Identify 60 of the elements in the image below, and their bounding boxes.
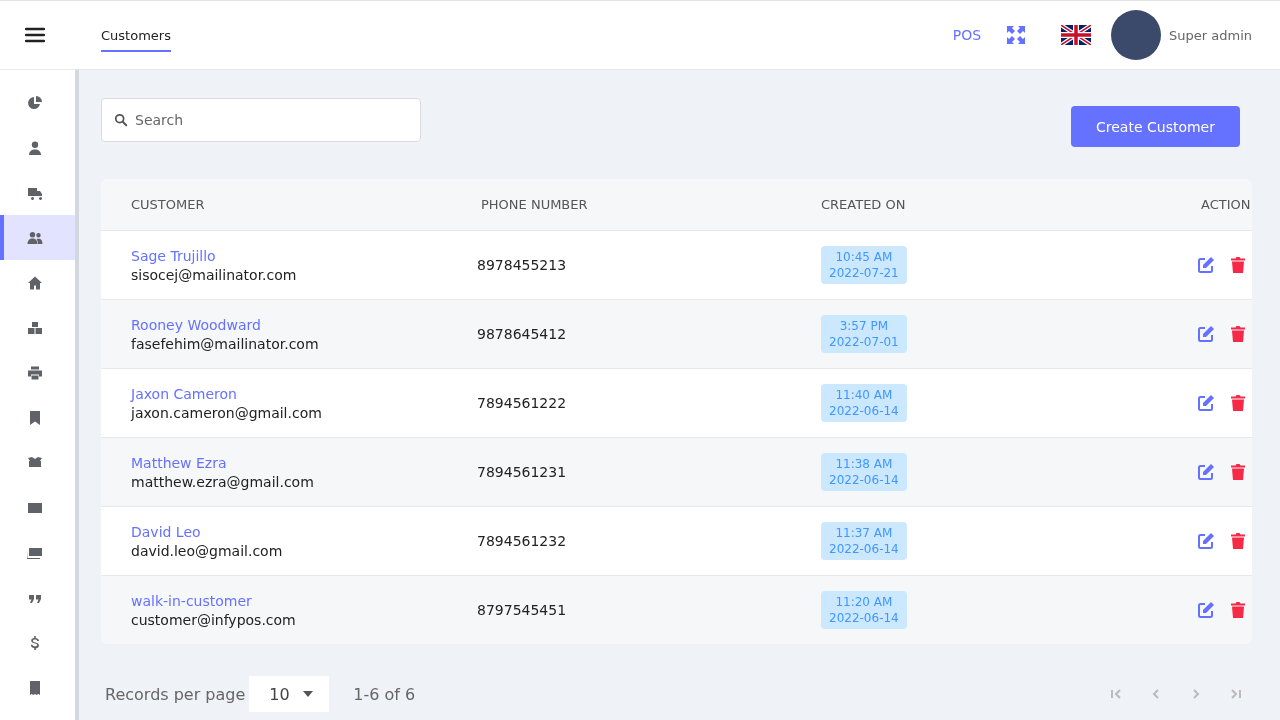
menu-icon[interactable] — [24, 27, 45, 43]
created-on-badge: 11:37 AM 2022-06-14 — [821, 522, 907, 560]
trash-icon[interactable] — [1229, 463, 1247, 481]
column-header: ACTION — [1200, 197, 1252, 212]
trash-icon[interactable] — [1229, 532, 1247, 550]
trash-icon[interactable] — [1229, 325, 1247, 343]
boxes-icon — [26, 319, 43, 336]
column-header: CREATED ON — [820, 197, 907, 212]
trash-icon[interactable] — [1229, 256, 1247, 274]
customer-name-link[interactable]: David Leo — [131, 523, 471, 540]
customer-email: fasefehim@mailinator.com — [131, 335, 320, 352]
flag-icon[interactable] — [1061, 25, 1092, 45]
user-icon — [26, 139, 43, 156]
edit-icon[interactable] — [1197, 601, 1215, 619]
home-icon — [26, 274, 43, 291]
page-tab[interactable]: Customers — [101, 27, 171, 52]
caret-icon — [303, 691, 314, 697]
customer-name-link[interactable]: walk-in-customer — [131, 592, 471, 609]
created-on-badge: 3:57 PM 2022-07-01 — [821, 315, 907, 353]
phone-number: 7894561231 — [476, 464, 568, 480]
created-on-badge: 11:38 AM 2022-06-14 — [821, 453, 907, 491]
printer-icon — [26, 364, 43, 381]
customer-name-link[interactable]: Jaxon Cameron — [131, 385, 471, 402]
users-icon — [26, 229, 43, 246]
edit-icon[interactable] — [1197, 532, 1215, 550]
customer-name-link[interactable]: Sage Trujillo — [131, 247, 471, 264]
phone-number: 8978455213 — [476, 257, 568, 273]
edit-icon[interactable] — [1197, 394, 1215, 412]
customer-name-link[interactable]: Rooney Woodward — [131, 316, 471, 333]
create-customer-button[interactable]: Create Customer — [1071, 106, 1240, 147]
records-per-page-label: Records per page — [105, 684, 246, 704]
pie-icon — [26, 94, 43, 111]
search-field[interactable]: Search — [101, 98, 421, 142]
phone-number: 8797545451 — [476, 602, 568, 618]
phone-number: 7894561232 — [476, 533, 568, 549]
sidebar-item[interactable] — [0, 215, 75, 260]
phone-number: 7894561222 — [476, 395, 568, 411]
column-header: PHONE NUMBER — [480, 197, 589, 212]
trash-icon[interactable] — [1229, 394, 1247, 412]
edit-icon[interactable] — [1197, 256, 1215, 274]
pos-link[interactable]: POS — [952, 27, 982, 43]
fullscreen-icon[interactable] — [1007, 26, 1026, 44]
customer-name-link[interactable]: Matthew Ezra — [131, 454, 471, 471]
created-on-badge: 11:20 AM 2022-06-14 — [821, 591, 907, 629]
created-on-badge: 11:40 AM 2022-06-14 — [821, 384, 907, 422]
column-header: CUSTOMER — [130, 197, 206, 212]
user-name: Super admin — [1169, 27, 1252, 43]
customer-email: david.leo@gmail.com — [131, 542, 284, 559]
edit-icon[interactable] — [1197, 325, 1215, 343]
trash-icon[interactable] — [1229, 601, 1247, 619]
page-range: 1-6 of 6 — [353, 684, 416, 704]
phone-number: 9878645412 — [476, 326, 568, 342]
created-on-badge: 10:45 AM 2022-07-21 — [821, 246, 907, 284]
customer-email: sisocej@mailinator.com — [131, 266, 298, 283]
customer-email: jaxon.cameron@gmail.com — [131, 404, 323, 421]
customer-email: matthew.ezra@gmail.com — [131, 473, 315, 490]
avatar-placeholder[interactable] — [1111, 10, 1162, 60]
edit-icon[interactable] — [1197, 463, 1215, 481]
per-page-select[interactable]: 10 — [249, 676, 330, 712]
customer-email: customer@infypos.com — [131, 611, 297, 628]
